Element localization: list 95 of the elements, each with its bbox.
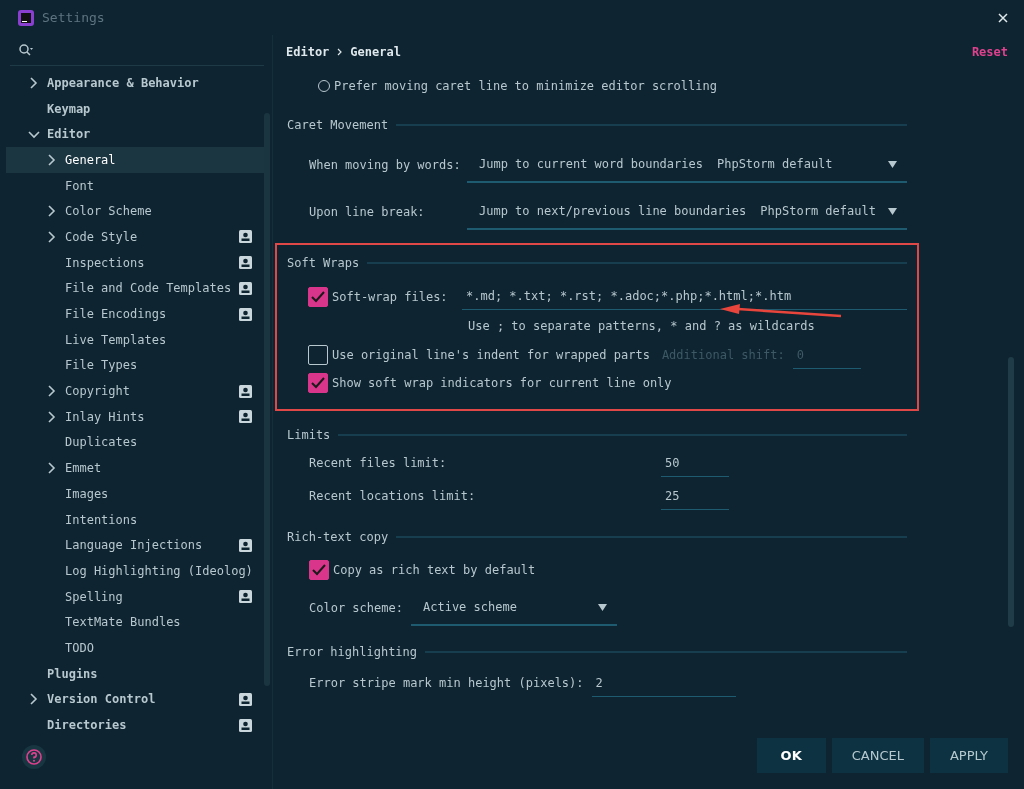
field-label: When moving by words: bbox=[309, 158, 462, 172]
tree-label: Emmet bbox=[65, 461, 103, 476]
dialog-button[interactable]: APPLY bbox=[929, 738, 1008, 773]
caret-icon bbox=[888, 207, 897, 215]
hint-text: Use ; to separate patterns, * and ? as wildcards bbox=[468, 319, 815, 333]
section-title: Limits bbox=[287, 428, 331, 442]
tree-item[interactable]: Color Scheme bbox=[6, 198, 266, 225]
tree-label: General bbox=[65, 152, 117, 167]
tree-item[interactable]: File and Code Templates bbox=[6, 275, 266, 302]
app-logo-icon bbox=[18, 9, 34, 26]
tree-item[interactable]: File Encodings bbox=[6, 301, 266, 327]
tree-item[interactable]: Spelling bbox=[6, 583, 266, 610]
checkbox[interactable] bbox=[308, 373, 328, 393]
tree-label: Font bbox=[65, 178, 95, 193]
checkbox[interactable] bbox=[309, 560, 329, 580]
tree-label: Images bbox=[65, 486, 110, 501]
tree-item[interactable]: Intentions bbox=[6, 506, 266, 533]
tree-label: Spelling bbox=[65, 589, 124, 604]
field-label: Upon line break: bbox=[309, 205, 426, 219]
tree-item[interactable]: Live Templates bbox=[6, 326, 266, 353]
tree-label: Inlay Hints bbox=[65, 409, 146, 424]
dropdown[interactable]: Jump to current word boundaries PhpStorm default bbox=[467, 147, 907, 183]
tree-item[interactable]: Keymap bbox=[6, 95, 266, 122]
radio-label: Prefer moving caret line to minimize editor scrolling bbox=[334, 79, 717, 93]
help-icon[interactable] bbox=[22, 745, 46, 769]
tree-item[interactable]: File Types bbox=[6, 352, 266, 379]
tree-item[interactable]: TextMate Bundles bbox=[6, 609, 266, 636]
tree-label: File and Code Templates bbox=[65, 281, 233, 296]
tree-item[interactable]: Images bbox=[6, 481, 266, 507]
field-label: Recent locations limit: bbox=[309, 489, 477, 503]
close-icon[interactable] bbox=[998, 12, 1008, 23]
tree-label: Code Style bbox=[65, 229, 139, 244]
checkbox-label: Show soft wrap indicators for current line only bbox=[332, 376, 672, 390]
section-title: Caret Movement bbox=[287, 118, 389, 132]
tree-label: Duplicates bbox=[65, 435, 139, 450]
tree-label: Directories bbox=[47, 718, 128, 733]
section-title: Rich-text copy bbox=[287, 530, 389, 544]
tree-label: Log Highlighting (Ideolog) bbox=[65, 563, 254, 578]
tree-label: File Encodings bbox=[65, 307, 168, 322]
tree-item[interactable]: Editor bbox=[6, 121, 266, 148]
dialog-button[interactable]: CANCEL bbox=[831, 738, 924, 773]
section-title: Soft Wraps bbox=[287, 256, 360, 270]
tree-label: Inspections bbox=[65, 255, 146, 270]
scrollbar[interactable] bbox=[1008, 357, 1014, 627]
field-label: Color scheme: bbox=[309, 601, 404, 615]
breadcrumb-item[interactable]: General bbox=[350, 45, 401, 59]
chevron-icon bbox=[337, 48, 343, 56]
tree-item[interactable]: Inlay Hints bbox=[6, 403, 266, 430]
dropdown[interactable]: Active scheme bbox=[411, 590, 617, 626]
tree-item[interactable]: Appearance & Behavior bbox=[6, 70, 266, 96]
tree-item[interactable]: Log Highlighting (Ideolog) bbox=[6, 558, 266, 584]
input-field[interactable]: 2 bbox=[591, 669, 736, 697]
tree-item[interactable]: Emmet bbox=[6, 455, 266, 481]
tree-item[interactable]: Version Control bbox=[6, 686, 266, 713]
checkbox-label: Soft-wrap files: bbox=[332, 289, 449, 304]
checkbox[interactable] bbox=[308, 345, 328, 365]
tree-label: Keymap bbox=[47, 101, 92, 116]
reset-link[interactable]: Reset bbox=[971, 45, 1008, 59]
checkbox-label: Use original line's indent for wrapped parts bbox=[332, 348, 650, 362]
tree-item[interactable]: Language Injections bbox=[6, 532, 266, 559]
tree-label: TODO bbox=[65, 640, 95, 655]
search-icon bbox=[18, 43, 34, 57]
section-title: Error highlighting bbox=[287, 645, 418, 659]
tree-item[interactable]: General bbox=[6, 147, 266, 173]
tree-label: Appearance & Behavior bbox=[47, 75, 200, 90]
tree-label: Color Scheme bbox=[65, 204, 153, 219]
checkbox[interactable] bbox=[308, 286, 328, 307]
tree-label: Intentions bbox=[65, 512, 139, 527]
tree-label: TextMate Bundles bbox=[65, 615, 182, 630]
tree-item[interactable]: TODO bbox=[6, 635, 266, 661]
tree-item[interactable]: Code Style bbox=[6, 224, 266, 250]
tree-item[interactable]: Font bbox=[6, 172, 266, 199]
input-field[interactable]: 50 bbox=[661, 449, 729, 477]
tree-item[interactable]: Inspections bbox=[6, 249, 266, 276]
tree-item[interactable]: Copyright bbox=[6, 378, 266, 404]
tree-label: Copyright bbox=[65, 384, 132, 399]
input-field[interactable]: 25 bbox=[661, 482, 729, 510]
tree-label: Live Templates bbox=[65, 332, 168, 347]
checkbox-label: Copy as rich text by default bbox=[333, 563, 536, 577]
caret-icon bbox=[888, 160, 897, 168]
field-label: Error stripe mark min height (pixels): bbox=[309, 676, 584, 690]
dropdown[interactable]: Jump to next/previous line boundaries PhpStorm default bbox=[467, 194, 907, 230]
tree-item[interactable]: Directories bbox=[6, 712, 266, 738]
caret-icon bbox=[598, 603, 607, 611]
tree-label: Plugins bbox=[47, 666, 99, 681]
tree-label: Version Control bbox=[47, 692, 157, 707]
dialog-button[interactable]: OK bbox=[756, 738, 826, 773]
breadcrumb-item[interactable]: Editor bbox=[286, 45, 330, 59]
tree-label: Language Injections bbox=[65, 538, 204, 553]
window-title: Settings bbox=[42, 10, 106, 25]
field-label: Recent files limit: bbox=[309, 456, 448, 470]
tree-label: File Types bbox=[65, 358, 139, 373]
tree-label: Editor bbox=[47, 127, 92, 142]
tree-item[interactable]: Plugins bbox=[6, 660, 266, 687]
tree-item[interactable]: Duplicates bbox=[6, 429, 266, 456]
